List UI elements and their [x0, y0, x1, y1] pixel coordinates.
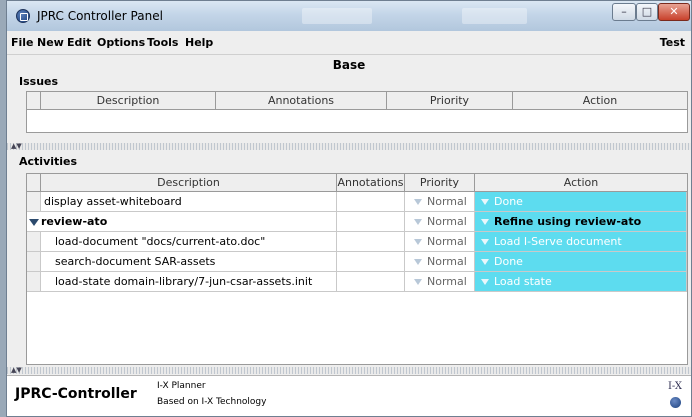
- base-label: Base: [332, 58, 366, 72]
- issues-table: Description Annotations Priority Action: [26, 91, 688, 133]
- activity-description[interactable]: load-document "docs/current-ato.doc": [41, 232, 337, 252]
- ix-logo-icon: I-X: [667, 381, 683, 411]
- table-row[interactable]: display asset-whiteboard Normal Done: [27, 192, 687, 212]
- activity-priority[interactable]: Normal: [405, 212, 475, 232]
- row-header: [27, 272, 41, 292]
- activity-description[interactable]: display asset-whiteboard: [41, 192, 337, 212]
- activities-rowhead-header: [27, 174, 41, 192]
- activity-annotations[interactable]: [337, 232, 405, 252]
- action-value: Load state: [494, 275, 552, 288]
- activity-priority[interactable]: Normal: [405, 272, 475, 292]
- planner-label: I-X Planner: [157, 381, 206, 391]
- window-title: JPRC Controller Panel: [37, 9, 163, 23]
- row-header: [27, 232, 41, 252]
- table-row[interactable]: review-ato Normal Refine using review-at…: [27, 212, 687, 232]
- app-logo-icon: [16, 9, 30, 23]
- test-label: Test: [659, 36, 685, 49]
- action-value: Refine using review-ato: [494, 215, 642, 228]
- activity-action[interactable]: Done: [475, 252, 687, 272]
- issues-splitter[interactable]: ▲▼: [7, 143, 691, 150]
- activity-annotations[interactable]: [337, 192, 405, 212]
- background-tab: [302, 8, 372, 24]
- issues-col-description[interactable]: Description: [41, 92, 216, 110]
- dropdown-arrow-icon[interactable]: [414, 239, 422, 245]
- menu-file[interactable]: File: [11, 36, 34, 49]
- dropdown-arrow-icon[interactable]: [414, 279, 422, 285]
- activities-col-annotations[interactable]: Annotations: [337, 174, 405, 192]
- activities-splitter[interactable]: ▲▼: [7, 367, 691, 374]
- footer-bar: JPRC-Controller I-X Planner Based on I-X…: [7, 375, 691, 416]
- action-value: Done: [494, 255, 523, 268]
- expand-toggle-icon[interactable]: [29, 218, 39, 226]
- title-bar[interactable]: JPRC Controller Panel – □ ✕: [7, 1, 691, 31]
- ix-logo-text: I-X: [667, 381, 683, 392]
- ix-ball-icon: [670, 397, 681, 408]
- dropdown-arrow-icon[interactable]: [481, 199, 489, 205]
- activity-annotations[interactable]: [337, 272, 405, 292]
- activity-description-text: review-ato: [41, 215, 108, 228]
- action-value: Load I-Serve document: [494, 235, 622, 248]
- priority-value: Normal: [427, 235, 467, 248]
- minimize-button[interactable]: –: [612, 3, 636, 21]
- agent-name: JPRC-Controller: [15, 386, 137, 402]
- priority-value: Normal: [427, 195, 467, 208]
- menu-new[interactable]: New: [37, 36, 64, 49]
- dropdown-arrow-icon[interactable]: [481, 259, 489, 265]
- issues-title: Issues: [19, 75, 59, 88]
- splitter-arrows-icon[interactable]: ▲▼: [11, 367, 22, 374]
- menu-options[interactable]: Options: [97, 36, 145, 49]
- dropdown-arrow-icon[interactable]: [414, 219, 422, 225]
- menu-help[interactable]: Help: [185, 36, 213, 49]
- dropdown-arrow-icon[interactable]: [414, 199, 422, 205]
- dropdown-arrow-icon[interactable]: [481, 219, 489, 225]
- activity-description[interactable]: review-ato: [27, 212, 337, 232]
- dropdown-arrow-icon[interactable]: [414, 259, 422, 265]
- activities-col-action[interactable]: Action: [475, 174, 687, 192]
- activity-action[interactable]: Done: [475, 192, 687, 212]
- maximize-button[interactable]: □: [636, 3, 658, 21]
- action-value: Done: [494, 195, 523, 208]
- activities-col-description[interactable]: Description: [41, 174, 337, 192]
- row-header: [27, 192, 41, 212]
- activity-action[interactable]: Load I-Serve document: [475, 232, 687, 252]
- activity-action[interactable]: Load state: [475, 272, 687, 292]
- table-row[interactable]: search-document SAR-assets Normal Done: [27, 252, 687, 272]
- activities-table: Description Annotations Priority Action …: [26, 173, 688, 365]
- activity-description[interactable]: search-document SAR-assets: [41, 252, 337, 272]
- issues-col-priority[interactable]: Priority: [387, 92, 513, 110]
- table-row[interactable]: load-document "docs/current-ato.doc" Nor…: [27, 232, 687, 252]
- issues-col-annotations[interactable]: Annotations: [216, 92, 387, 110]
- background-tab: [462, 8, 527, 24]
- priority-value: Normal: [427, 275, 467, 288]
- activity-description[interactable]: load-state domain-library/7-jun-csar-ass…: [41, 272, 337, 292]
- close-button[interactable]: ✕: [658, 3, 690, 21]
- technology-label: Based on I-X Technology: [157, 397, 267, 407]
- activities-col-priority[interactable]: Priority: [405, 174, 475, 192]
- activity-priority[interactable]: Normal: [405, 252, 475, 272]
- splitter-arrows-icon[interactable]: ▲▼: [11, 143, 22, 150]
- dropdown-arrow-icon[interactable]: [481, 279, 489, 285]
- priority-value: Normal: [427, 255, 467, 268]
- app-window: JPRC Controller Panel – □ ✕ File New Edi…: [6, 0, 692, 417]
- issues-col-action[interactable]: Action: [513, 92, 687, 110]
- priority-value: Normal: [427, 215, 467, 228]
- row-header: [27, 252, 41, 272]
- activities-title: Activities: [19, 155, 78, 168]
- table-row[interactable]: load-state domain-library/7-jun-csar-ass…: [27, 272, 687, 292]
- activity-action[interactable]: Refine using review-ato: [475, 212, 687, 232]
- activity-annotations[interactable]: [337, 212, 405, 232]
- activity-priority[interactable]: Normal: [405, 232, 475, 252]
- menu-edit[interactable]: Edit: [67, 36, 91, 49]
- issues-rowhead-header: [27, 92, 41, 110]
- menu-tools[interactable]: Tools: [147, 36, 178, 49]
- activity-annotations[interactable]: [337, 252, 405, 272]
- dropdown-arrow-icon[interactable]: [481, 239, 489, 245]
- menu-bar: File New Edit Options Tools Help Test: [7, 31, 691, 55]
- activity-priority[interactable]: Normal: [405, 192, 475, 212]
